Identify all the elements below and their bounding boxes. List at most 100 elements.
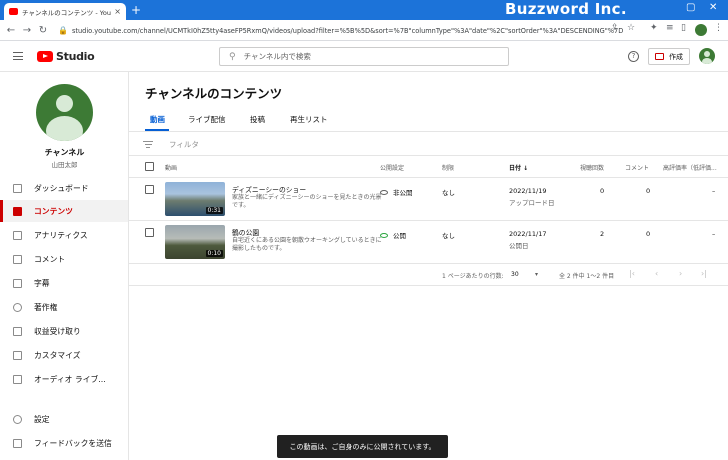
sidebar-item-label: コンテンツ <box>34 206 73 216</box>
row-checkbox[interactable] <box>145 228 154 237</box>
account-avatar[interactable] <box>699 48 715 64</box>
sidebar-item-settings[interactable]: 設定 <box>0 408 128 430</box>
video-description: 自宅近くにある公園を朝散ウオーキングしているときに撮影したものです。 <box>232 237 382 252</box>
video-title[interactable]: ディズニーシーのショー <box>232 184 306 194</box>
select-all-checkbox[interactable] <box>145 162 154 171</box>
sidebar-item-analytics[interactable]: アナリティクス <box>0 224 128 246</box>
tab-playlists[interactable]: 再生リスト <box>290 114 328 125</box>
active-tab-indicator <box>145 129 169 131</box>
column-likes[interactable]: 高評価率（低評価... <box>663 163 727 172</box>
table-row[interactable]: 0:10 鶴の公園 自宅近くにある公園を朝散ウオーキングしているときに撮影したも… <box>129 222 728 264</box>
browser-profile-avatar[interactable] <box>695 24 707 36</box>
tab-live[interactable]: ライブ配信 <box>188 114 226 125</box>
video-thumbnail[interactable]: 0:10 <box>165 225 225 259</box>
column-comments[interactable]: コメント <box>625 163 649 172</box>
brand-watermark: Buzzword Inc. <box>505 0 627 18</box>
sidebar-item-copyright[interactable]: 著作権 <box>0 296 128 318</box>
next-page-icon[interactable]: › <box>679 269 682 278</box>
url-bar[interactable]: 🔒 studio.youtube.com/channel/UCMTkI0hZ5t… <box>58 23 638 38</box>
extensions-icon[interactable]: ✦ <box>650 23 658 33</box>
monetization-icon <box>13 326 22 336</box>
subtitles-icon <box>13 278 22 288</box>
dropdown-arrow-icon[interactable]: ▾ <box>535 271 538 278</box>
close-window-icon[interactable]: ✕ <box>709 2 717 13</box>
sidebar-item-feedback[interactable]: フィードバックを送信 <box>0 432 128 454</box>
bookmark-star-icon[interactable]: ☆ <box>627 23 635 33</box>
sidebar-item-label: 字幕 <box>34 278 50 288</box>
sidebar-item-label: フィードバックを送信 <box>34 438 112 448</box>
search-input[interactable]: ⚲ チャンネル内で検索 <box>219 47 509 66</box>
column-views[interactable]: 視聴回数 <box>580 163 604 172</box>
comments-value: 0 <box>646 187 651 195</box>
comments-value: 0 <box>646 230 651 238</box>
row-checkbox[interactable] <box>145 185 154 194</box>
filter-label: フィルタ <box>169 139 199 149</box>
back-icon[interactable]: ← <box>3 25 19 36</box>
sidebar-item-content[interactable]: コンテンツ <box>0 200 128 222</box>
column-visibility[interactable]: 公開設定 <box>380 163 404 172</box>
sidebar-item-monetization[interactable]: 収益受け取り <box>0 320 128 342</box>
create-button[interactable]: 作成 <box>648 48 690 65</box>
rows-per-page-select[interactable]: 30 <box>511 271 519 278</box>
sidebar-item-label: ダッシュボード <box>34 183 89 193</box>
video-title[interactable]: 鶴の公園 <box>232 227 259 237</box>
channel-name: 山田太郎 <box>51 161 78 169</box>
menu-icon[interactable] <box>13 52 23 60</box>
column-date[interactable]: 日付 ↓ <box>509 163 528 172</box>
sidebar-item-label: 著作権 <box>34 302 58 312</box>
sidebar-item-dashboard[interactable]: ダッシュボード <box>0 177 128 199</box>
video-description: 家族と一緒にディズニーシーのショーを見たときの光景です。 <box>232 194 382 209</box>
video-camera-icon <box>655 53 664 60</box>
channel-avatar[interactable] <box>36 84 93 141</box>
media-icon[interactable]: ≡ <box>666 23 674 33</box>
help-icon[interactable]: ? <box>628 51 639 62</box>
visibility-status[interactable]: 非公開 <box>380 187 413 197</box>
new-tab-button[interactable]: + <box>131 3 141 17</box>
table-header: 動画 公開設定 制限 日付 ↓ 視聴回数 コメント 高評価率（低評価... <box>129 156 728 178</box>
sidebar-item-audio-library[interactable]: オーディオ ライブ... <box>0 368 128 390</box>
gear-icon <box>13 414 22 424</box>
content-icon <box>13 206 22 216</box>
sidebar-item-customize[interactable]: カスタマイズ <box>0 344 128 366</box>
restriction-value: なし <box>442 232 455 240</box>
sidebar-item-subtitles[interactable]: 字幕 <box>0 272 128 294</box>
share-icon[interactable]: ⇪ <box>611 23 619 33</box>
snackbar-toast: この動画は、ご自身のみに公開されています。 <box>277 435 448 458</box>
studio-logo-text: Studio <box>56 50 95 63</box>
table-row[interactable]: 0:31 ディズニーシーのショー 家族と一緒にディズニーシーのショーを見たときの… <box>129 179 728 221</box>
tab-title: チャンネルのコンテンツ - YouTube Stu <box>22 8 111 17</box>
sidepanel-icon[interactable]: ▯ <box>681 23 686 33</box>
video-thumbnail[interactable]: 0:31 <box>165 182 225 216</box>
browser-menu-icon[interactable]: ⋮ <box>714 23 723 33</box>
customize-icon <box>13 350 22 360</box>
maximize-icon[interactable]: ▢ <box>686 2 695 13</box>
analytics-icon <box>13 230 22 240</box>
audio-library-icon <box>13 374 22 384</box>
visibility-label: 公開 <box>393 232 406 240</box>
forward-icon[interactable]: → <box>19 25 35 36</box>
tab-close-icon[interactable]: × <box>114 7 121 16</box>
sidebar-item-comments[interactable]: コメント <box>0 248 128 270</box>
filter-icon <box>143 140 153 148</box>
browser-tab[interactable]: チャンネルのコンテンツ - YouTube Stu × <box>4 3 126 20</box>
content-tabs: 動画 ライブ配信 投稿 再生リスト <box>129 110 728 132</box>
video-duration: 0:10 <box>205 250 223 257</box>
column-restriction[interactable]: 制限 <box>442 163 454 172</box>
tab-videos[interactable]: 動画 <box>150 114 165 125</box>
last-page-icon[interactable]: ›| <box>701 269 707 278</box>
tab-posts[interactable]: 投稿 <box>250 114 265 125</box>
first-page-icon[interactable]: |‹ <box>629 269 635 278</box>
rows-per-page-label: 1 ページあたりの行数: <box>442 273 504 280</box>
main-content: チャンネルのコンテンツ 動画 ライブ配信 投稿 再生リスト フィルタ 動画 公開… <box>129 72 728 460</box>
visibility-label: 非公開 <box>393 189 413 197</box>
reload-icon[interactable]: ↻ <box>35 25 51 36</box>
visibility-status[interactable]: 公開 <box>380 230 406 240</box>
prev-page-icon[interactable]: ‹ <box>655 269 658 278</box>
filter-bar[interactable]: フィルタ <box>129 133 728 156</box>
youtube-favicon-icon <box>9 8 18 15</box>
sidebar-item-label: 収益受け取り <box>34 326 81 336</box>
page-range: 全 2 件中 1～2 件目 <box>559 273 615 280</box>
date-type: 公開日 <box>509 242 529 250</box>
studio-logo[interactable]: Studio <box>37 50 95 63</box>
pagination-bar: 1 ページあたりの行数: 30 ▾ 全 2 件中 1～2 件目 |‹ ‹ › ›… <box>129 264 728 286</box>
